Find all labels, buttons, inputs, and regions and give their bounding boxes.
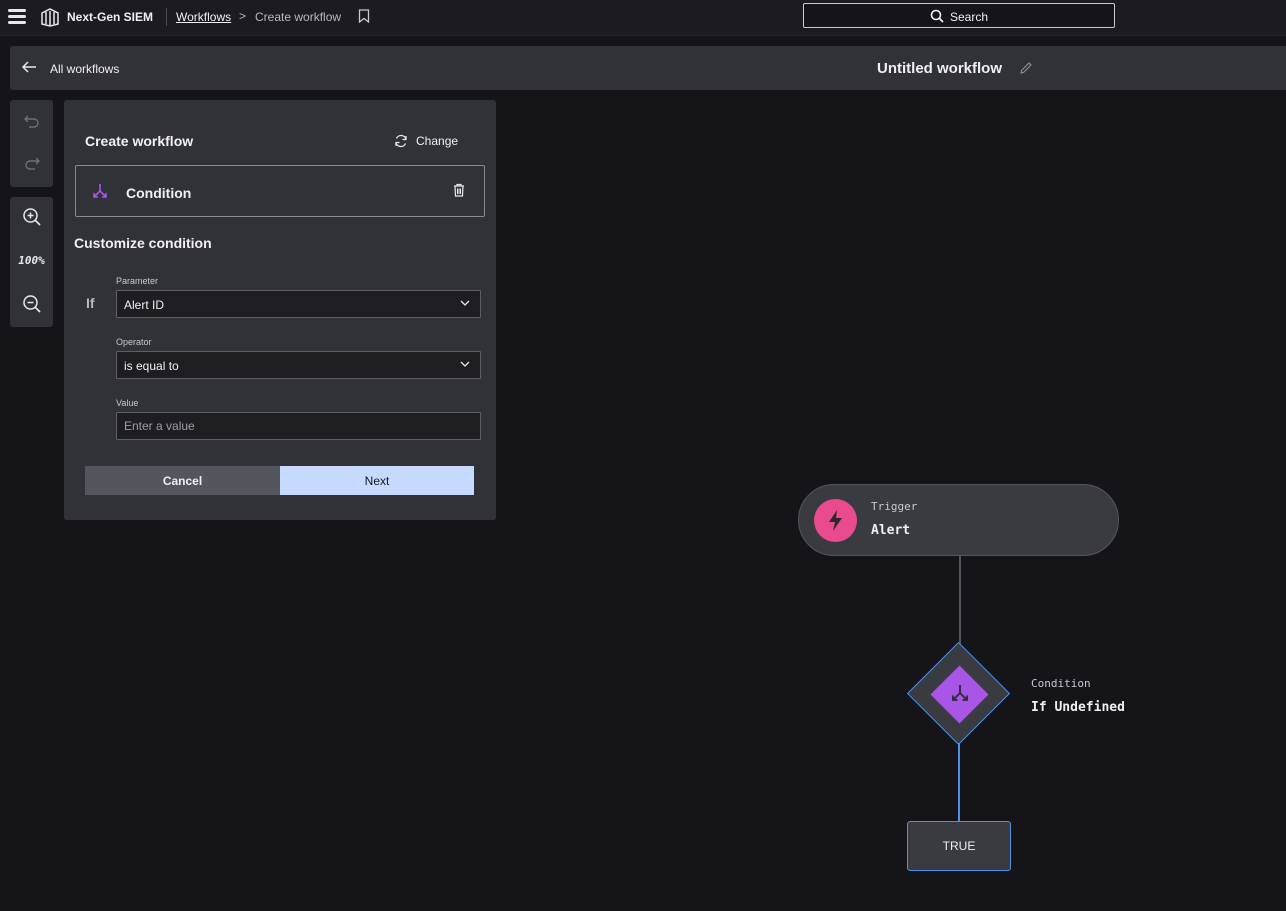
zoom-toolbar: 100% xyxy=(10,197,53,327)
connector-line xyxy=(959,556,961,644)
delete-trash-icon[interactable] xyxy=(453,183,465,197)
selected-action-label: Condition xyxy=(126,185,192,201)
chevron-down-icon xyxy=(460,300,470,306)
connector-line-true xyxy=(958,743,960,822)
value-input[interactable] xyxy=(117,413,480,439)
edit-pencil-icon[interactable] xyxy=(1019,61,1033,75)
refresh-icon xyxy=(395,134,407,148)
workflow-title: Untitled workflow xyxy=(877,60,1002,77)
selected-action-card: Condition xyxy=(75,165,485,217)
section-title: Customize condition xyxy=(74,235,212,251)
falcon-logo-icon xyxy=(41,8,59,27)
condition-type-label: Condition xyxy=(1031,677,1091,690)
parameter-value: Alert ID xyxy=(124,298,165,312)
breadcrumb-current: Create workflow xyxy=(255,10,342,24)
zoom-out-icon[interactable] xyxy=(22,294,42,314)
trigger-type-label: Trigger xyxy=(871,500,918,513)
history-toolbar xyxy=(10,100,53,187)
parameter-select[interactable]: Alert ID xyxy=(116,290,481,318)
breadcrumb-chevron-icon: > xyxy=(239,9,247,23)
change-label: Change xyxy=(416,134,459,148)
operator-value: is equal to xyxy=(124,359,179,373)
operator-select[interactable]: is equal to xyxy=(116,351,481,379)
trigger-name-label: Alert xyxy=(871,523,911,538)
true-branch-node[interactable]: TRUE xyxy=(907,821,1011,871)
all-workflows-link[interactable]: All workflows xyxy=(50,62,119,76)
operator-label: Operator xyxy=(116,337,152,347)
panel-title: Create workflow xyxy=(85,133,194,149)
search-label: Search xyxy=(950,10,989,24)
hamburger-menu-icon[interactable] xyxy=(8,9,26,25)
search-button[interactable]: Search xyxy=(803,3,1115,28)
condition-node[interactable] xyxy=(906,641,1011,746)
true-branch-label: TRUE xyxy=(942,839,976,853)
zoom-level: 100% xyxy=(18,254,45,267)
value-label: Value xyxy=(116,398,139,408)
workflow-header: All workflows Untitled workflow xyxy=(10,46,1286,90)
chevron-down-icon xyxy=(460,361,470,367)
search-icon xyxy=(930,9,944,23)
condition-name-label: If Undefined xyxy=(1031,700,1125,715)
next-button[interactable]: Next xyxy=(280,466,474,495)
breadcrumb-workflows-link[interactable]: Workflows xyxy=(176,10,231,24)
trigger-node[interactable]: Trigger Alert xyxy=(798,484,1119,556)
change-button[interactable]: Change xyxy=(394,131,458,151)
divider xyxy=(166,8,167,26)
top-navigation-bar: Next-Gen SIEM Workflows > Create workflo… xyxy=(0,0,1286,36)
bookmark-icon[interactable] xyxy=(358,9,370,23)
zoom-in-icon[interactable] xyxy=(22,207,42,227)
value-field[interactable] xyxy=(116,412,481,440)
parameter-label: Parameter xyxy=(116,276,159,286)
redo-icon[interactable] xyxy=(22,154,42,174)
trigger-badge xyxy=(814,499,857,542)
cancel-button[interactable]: Cancel xyxy=(85,466,280,495)
if-label: If xyxy=(86,295,95,311)
undo-icon[interactable] xyxy=(22,112,42,132)
product-name: Next-Gen SIEM xyxy=(67,10,154,24)
lightning-bolt-icon xyxy=(829,510,842,531)
create-workflow-panel: Create workflow Change Condition Customi… xyxy=(64,100,496,520)
back-arrow-icon[interactable] xyxy=(21,60,37,74)
condition-branch-icon xyxy=(93,184,107,198)
